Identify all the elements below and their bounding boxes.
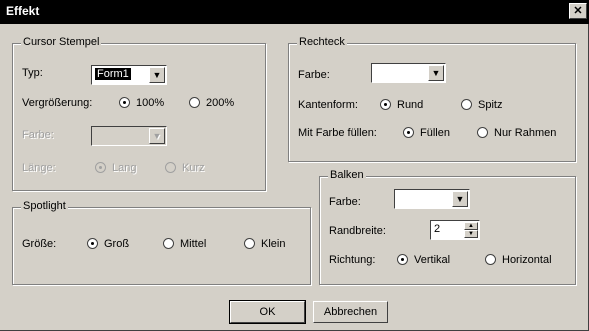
gross-radio[interactable]: Groß xyxy=(87,238,129,250)
spin-up-icon[interactable]: ▲ xyxy=(464,222,478,230)
radio-icon xyxy=(95,162,106,173)
kantenform-label: Kantenform: xyxy=(298,99,358,111)
mittel-radio[interactable]: Mittel xyxy=(163,238,206,250)
nur-rahmen-radio[interactable]: Nur Rahmen xyxy=(477,127,556,139)
balken-legend: Balken xyxy=(328,169,366,181)
balken-farbe-label: Farbe: xyxy=(329,196,361,208)
rund-label: Rund xyxy=(397,99,424,111)
chevron-down-icon[interactable]: ▼ xyxy=(149,128,165,144)
vergroesserung-label: Vergrößerung: xyxy=(22,97,93,109)
radio-icon xyxy=(165,162,176,173)
zoom-200-radio[interactable]: 200% xyxy=(189,97,234,109)
spitz-radio[interactable]: Spitz xyxy=(461,99,502,111)
balken-farbe-select[interactable]: ▼ xyxy=(394,189,470,209)
kurz-label: Kurz xyxy=(182,162,205,174)
richtung-label: Richtung: xyxy=(329,254,376,266)
radio-icon xyxy=(397,254,408,265)
balken-group: Balken Farbe: ▼ Randbreite: 2 ▲ ▼ Richtu… xyxy=(319,169,576,285)
kurz-radio[interactable]: Kurz xyxy=(165,162,205,174)
gross-label: Groß xyxy=(104,238,130,250)
groesse-label: Größe: xyxy=(22,238,57,250)
nur-rahmen-label: Nur Rahmen xyxy=(494,127,557,139)
radio-icon xyxy=(189,97,200,108)
typ-select[interactable]: Form1 ▼ xyxy=(91,65,167,85)
rechteck-legend: Rechteck xyxy=(297,36,347,48)
vertikal-label: Vertikal xyxy=(414,254,451,266)
chevron-down-icon[interactable]: ▼ xyxy=(452,191,468,207)
cursor-stempel-legend: Cursor Stempel xyxy=(21,36,102,48)
fuellen-label: Mit Farbe füllen: xyxy=(298,127,377,139)
effekt-dialog: Effekt ✕ Cursor Stempel Typ: Form1 ▼ Ver… xyxy=(0,0,589,331)
zoom-100-label: 100% xyxy=(136,97,165,109)
close-icon: ✕ xyxy=(573,5,583,17)
zoom-100-radio[interactable]: 100% xyxy=(119,97,164,109)
radio-icon xyxy=(403,127,414,138)
randbreite-label: Randbreite: xyxy=(329,225,386,237)
lang-radio[interactable]: Lang xyxy=(95,162,136,174)
stepper-buttons: ▲ ▼ xyxy=(464,222,478,238)
spotlight-group: Spotlight Größe: Groß Mittel Klein xyxy=(12,200,311,285)
radio-icon xyxy=(163,238,174,249)
ok-button[interactable]: OK xyxy=(229,300,306,324)
chevron-down-icon[interactable]: ▼ xyxy=(428,65,444,81)
fuellen-option-label: Füllen xyxy=(420,127,450,139)
spotlight-legend: Spotlight xyxy=(21,200,68,212)
radio-icon xyxy=(244,238,255,249)
close-button[interactable]: ✕ xyxy=(569,3,587,19)
chevron-down-icon[interactable]: ▼ xyxy=(149,67,165,83)
rechteck-farbe-select[interactable]: ▼ xyxy=(371,63,446,83)
horizontal-label: Horizontal xyxy=(502,254,552,266)
horizontal-radio[interactable]: Horizontal xyxy=(485,254,552,266)
klein-label: Klein xyxy=(261,238,286,250)
cursor-farbe-select[interactable]: ▼ xyxy=(91,126,167,146)
radio-icon xyxy=(119,97,130,108)
radio-icon xyxy=(461,99,472,110)
mittel-label: Mittel xyxy=(180,238,207,250)
vertikal-radio[interactable]: Vertikal xyxy=(397,254,450,266)
cancel-button[interactable]: Abbrechen xyxy=(313,301,388,323)
laenge-label: Länge: xyxy=(22,162,56,174)
typ-select-value: Form1 xyxy=(95,68,131,80)
radio-icon xyxy=(87,238,98,249)
typ-label: Typ: xyxy=(22,67,43,79)
title-bar[interactable]: Effekt ✕ xyxy=(0,0,589,24)
radio-icon xyxy=(485,254,496,265)
zoom-200-label: 200% xyxy=(206,97,235,109)
radio-icon xyxy=(477,127,488,138)
rund-radio[interactable]: Rund xyxy=(380,99,423,111)
window-title: Effekt xyxy=(6,4,40,18)
rechteck-farbe-label: Farbe: xyxy=(298,69,330,81)
klein-radio[interactable]: Klein xyxy=(244,238,285,250)
randbreite-stepper[interactable]: 2 ▲ ▼ xyxy=(430,220,480,240)
rechteck-group: Rechteck Farbe: ▼ Kantenform: Rund Spitz… xyxy=(288,36,576,162)
randbreite-value: 2 xyxy=(434,223,441,235)
spin-down-icon[interactable]: ▼ xyxy=(464,230,478,238)
cursor-stempel-group: Cursor Stempel Typ: Form1 ▼ Vergrößerung… xyxy=(12,36,266,191)
radio-icon xyxy=(380,99,391,110)
lang-label: Lang xyxy=(112,162,137,174)
farbe-label: Farbe: xyxy=(22,129,54,141)
spitz-label: Spitz xyxy=(478,99,503,111)
fuellen-radio[interactable]: Füllen xyxy=(403,127,450,139)
